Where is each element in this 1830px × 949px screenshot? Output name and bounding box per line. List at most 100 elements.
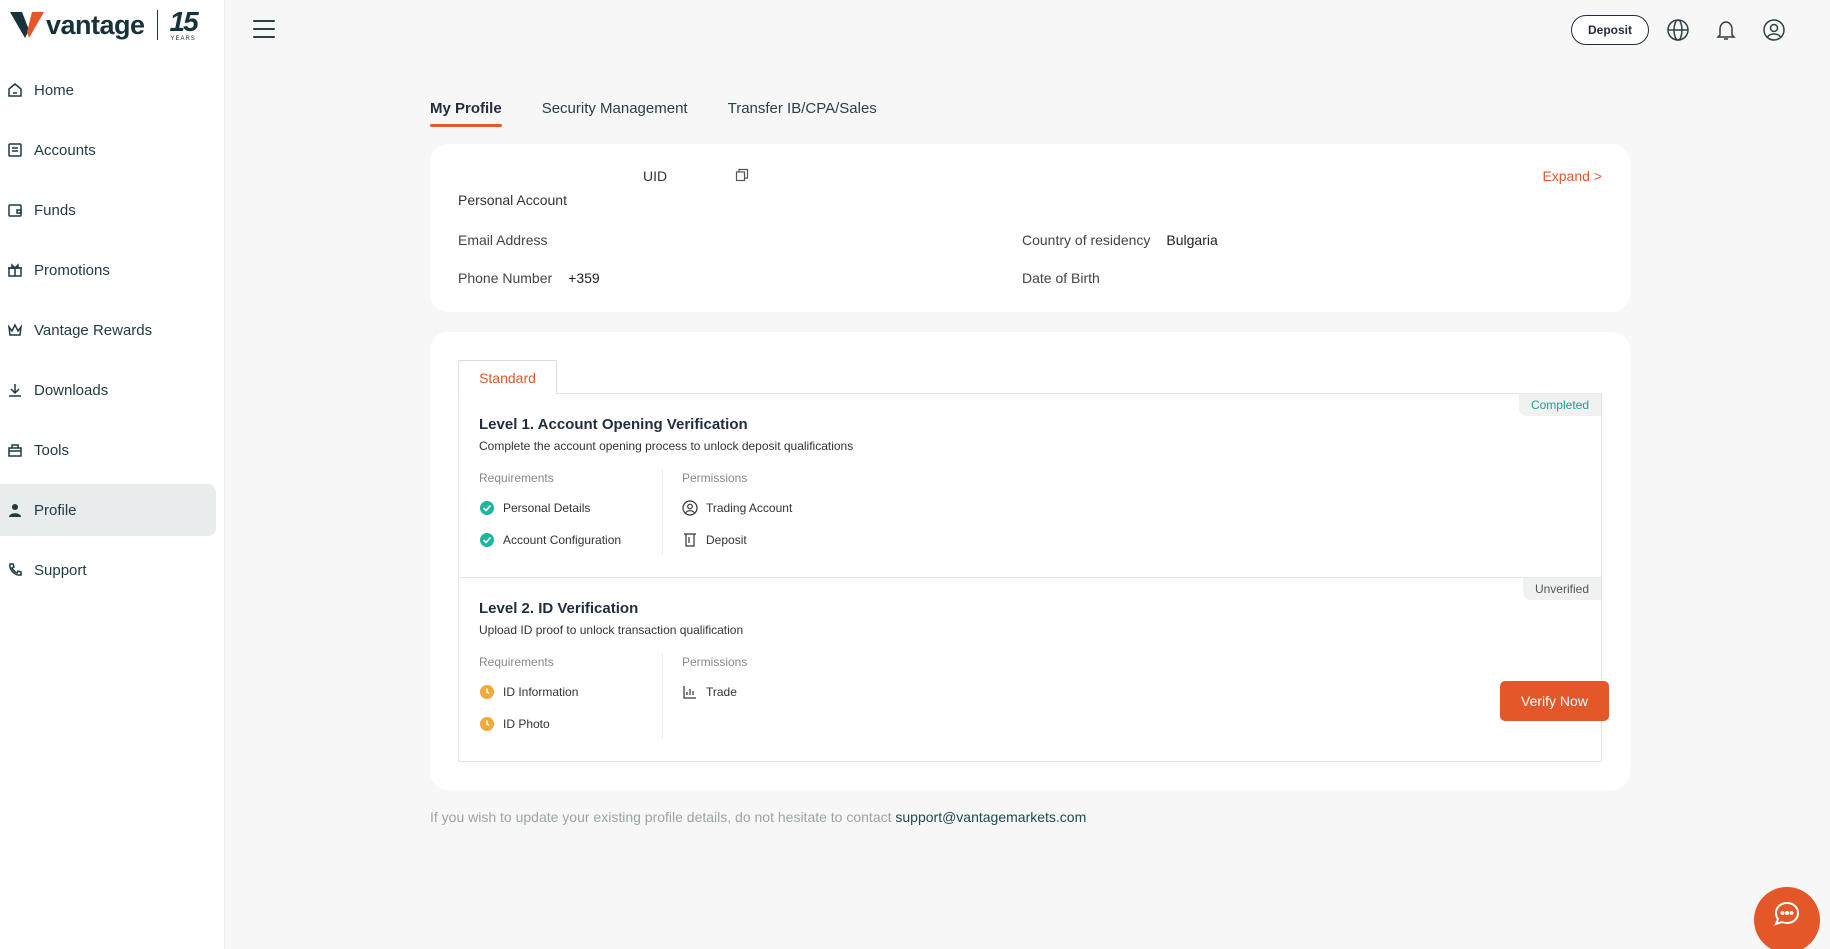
requirement-label: ID Information — [503, 685, 579, 699]
menu-toggle-icon[interactable] — [253, 18, 275, 40]
permission-label: Trading Account — [706, 501, 793, 515]
sidebar-item-vantage-rewards[interactable]: Vantage Rewards — [0, 304, 216, 356]
level-2-title: Level 2. ID Verification — [479, 600, 639, 617]
dob-label: Date of Birth — [1022, 270, 1100, 286]
permissions-heading: Permissions — [682, 471, 748, 485]
check-circle-icon — [479, 532, 495, 548]
sidebar-item-downloads[interactable]: Downloads — [0, 364, 216, 416]
sidebar-item-home[interactable]: Home — [0, 64, 216, 116]
sidebar-item-label: Promotions — [34, 261, 110, 279]
sidebar-item-label: Funds — [34, 201, 76, 219]
permission-label: Deposit — [706, 533, 747, 547]
country-value: Bulgaria — [1166, 232, 1218, 248]
requirements-heading: Requirements — [479, 655, 554, 669]
level-2-description: Upload ID proof to unlock transaction qu… — [479, 623, 744, 637]
expand-link[interactable]: Expand > — [1542, 168, 1602, 184]
permission-item: Deposit — [682, 532, 747, 548]
country-label: Country of residency — [1022, 232, 1151, 248]
country-row: Country of residency Bulgaria — [1022, 232, 1218, 248]
requirement-label: ID Photo — [503, 717, 550, 731]
sidebar-item-accounts[interactable]: Accounts — [0, 124, 216, 176]
profile-tabs: My Profile Security Management Transfer … — [430, 100, 917, 127]
requirement-label: Account Configuration — [503, 533, 622, 547]
requirements-heading: Requirements — [479, 471, 554, 485]
tab-transfer-ib[interactable]: Transfer IB/CPA/Sales — [728, 100, 877, 127]
dob-row: Date of Birth — [1022, 270, 1116, 286]
contact-note-text: If you wish to update your existing prof… — [430, 809, 892, 825]
anniversary-badge: 15 YEARS — [169, 6, 199, 43]
sidebar-item-profile[interactable]: Profile — [0, 484, 216, 536]
support-email-link[interactable]: support@vantagemarkets.com — [895, 809, 1086, 825]
phone-value: +359 — [568, 270, 600, 286]
requirement-item: Personal Details — [479, 500, 590, 516]
sidebar-item-label: Accounts — [34, 141, 96, 159]
user-icon — [7, 502, 23, 518]
deposit-icon — [682, 532, 698, 548]
level-2-section: Unverified Level 2. ID Verification Uplo… — [459, 578, 1609, 761]
bar-chart-icon — [682, 684, 698, 700]
uid-label: UID — [643, 168, 668, 184]
profile-summary-card: UID Personal Account Expand > Email Addr… — [430, 144, 1630, 312]
crown-icon — [7, 322, 23, 338]
permission-label: Trade — [706, 685, 737, 699]
permissions-heading: Permissions — [682, 655, 748, 669]
globe-icon[interactable] — [1665, 17, 1691, 43]
download-icon — [7, 382, 23, 398]
brand-name: vantage — [46, 9, 145, 40]
account-type: Personal Account — [458, 192, 567, 208]
level-1-section: Completed Level 1. Account Opening Verif… — [459, 394, 1601, 578]
sidebar: vantage 15 YEARS Home Accounts Funds Pro… — [0, 0, 225, 949]
column-divider — [662, 469, 663, 555]
bell-icon[interactable] — [1713, 17, 1739, 43]
vantage-logo[interactable]: vantage 15 YEARS — [10, 6, 199, 43]
tab-standard[interactable]: Standard — [458, 360, 557, 394]
requirement-item: ID Information — [479, 684, 578, 700]
sidebar-item-promotions[interactable]: Promotions — [0, 244, 216, 296]
sidebar-item-funds[interactable]: Funds — [0, 184, 216, 236]
chat-support-button[interactable] — [1754, 887, 1820, 949]
level-1-title: Level 1. Account Opening Verification — [479, 416, 748, 433]
anniversary-word: YEARS — [170, 36, 196, 42]
status-badge: Unverified — [1522, 578, 1601, 600]
tab-security-management[interactable]: Security Management — [542, 100, 688, 127]
sidebar-item-label: Home — [34, 81, 75, 99]
sidebar-item-label: Downloads — [34, 381, 109, 399]
copy-icon[interactable] — [735, 168, 749, 182]
email-label: Email Address — [458, 232, 548, 248]
sidebar-nav: Home Accounts Funds Promotions Vantage R… — [0, 64, 225, 604]
requirement-label: Personal Details — [503, 501, 591, 515]
verify-now-button[interactable]: Verify Now — [1500, 681, 1609, 721]
logo-divider — [156, 10, 158, 40]
verification-levels: Completed Level 1. Account Opening Verif… — [458, 393, 1609, 762]
permission-item: Trading Account — [682, 500, 792, 516]
deposit-button[interactable]: Deposit — [1571, 15, 1649, 45]
status-badge: Completed — [1518, 394, 1601, 416]
account-circle-icon[interactable] — [1761, 17, 1787, 43]
permission-item: Trade — [682, 684, 737, 700]
tab-my-profile[interactable]: My Profile — [430, 100, 502, 127]
phone-icon — [7, 562, 23, 578]
sidebar-item-label: Support — [34, 561, 87, 579]
chat-bubble-icon — [1774, 901, 1800, 926]
column-divider — [662, 653, 663, 739]
phone-row: Phone Number +359 — [458, 270, 600, 286]
sidebar-item-support[interactable]: Support — [0, 544, 216, 596]
vantage-v-icon — [10, 12, 44, 38]
pending-clock-icon — [479, 684, 495, 700]
toolbox-icon — [7, 442, 23, 458]
home-icon — [7, 82, 23, 98]
anniversary-number: 15 — [169, 6, 199, 37]
email-row: Email Address — [458, 232, 563, 248]
requirement-item: Account Configuration — [479, 532, 621, 548]
level-1-description: Complete the account opening process to … — [479, 439, 854, 453]
sidebar-item-label: Tools — [34, 441, 70, 459]
phone-label: Phone Number — [458, 270, 553, 286]
sidebar-item-label: Vantage Rewards — [34, 321, 153, 339]
wallet-icon — [7, 202, 23, 218]
check-circle-icon — [479, 500, 495, 516]
verification-card: Standard Completed Level 1. Account Open… — [430, 332, 1630, 790]
sidebar-item-tools[interactable]: Tools — [0, 424, 216, 476]
user-circle-icon — [682, 500, 698, 516]
pending-clock-icon — [479, 716, 495, 732]
contact-note: If you wish to update your existing prof… — [430, 809, 1086, 825]
